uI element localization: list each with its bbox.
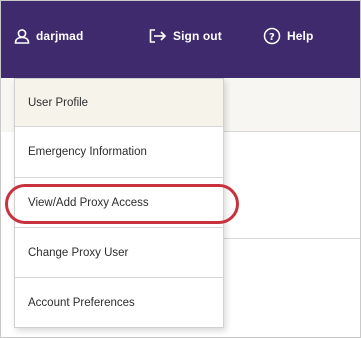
help-label: Help [287,29,314,43]
svg-text:?: ? [269,32,275,43]
user-dropdown-menu: User Profile Emergency Information View/… [14,78,224,328]
menu-item-account-preferences[interactable]: Account Preferences [15,278,223,327]
username-label: darjmad [36,29,84,43]
menu-item-change-proxy-user[interactable]: Change Proxy User [15,228,223,278]
menu-item-label: Emergency Information [28,146,147,158]
menu-item-label: Change Proxy User [28,246,129,259]
menu-item-label: View/Add Proxy Access [28,196,149,209]
menu-item-user-profile[interactable]: User Profile [15,79,223,127]
sign-out-button[interactable]: Sign out [149,25,222,47]
sign-out-label: Sign out [173,29,222,43]
help-button[interactable]: ? Help [263,25,313,47]
menu-item-label: User Profile [28,96,89,109]
divider [224,131,360,132]
user-menu-button[interactable]: darjmad [14,25,83,47]
divider [224,238,360,239]
help-icon: ? [263,27,281,45]
menu-item-label: Account Preferences [28,296,135,309]
menu-item-emergency-information[interactable]: Emergency Information [15,127,223,178]
user-icon [14,28,30,44]
sign-out-icon [149,29,167,43]
top-navigation-bar: darjmad Sign out ? Help [1,1,360,78]
menu-item-view-add-proxy-access[interactable]: View/Add Proxy Access [15,178,223,228]
